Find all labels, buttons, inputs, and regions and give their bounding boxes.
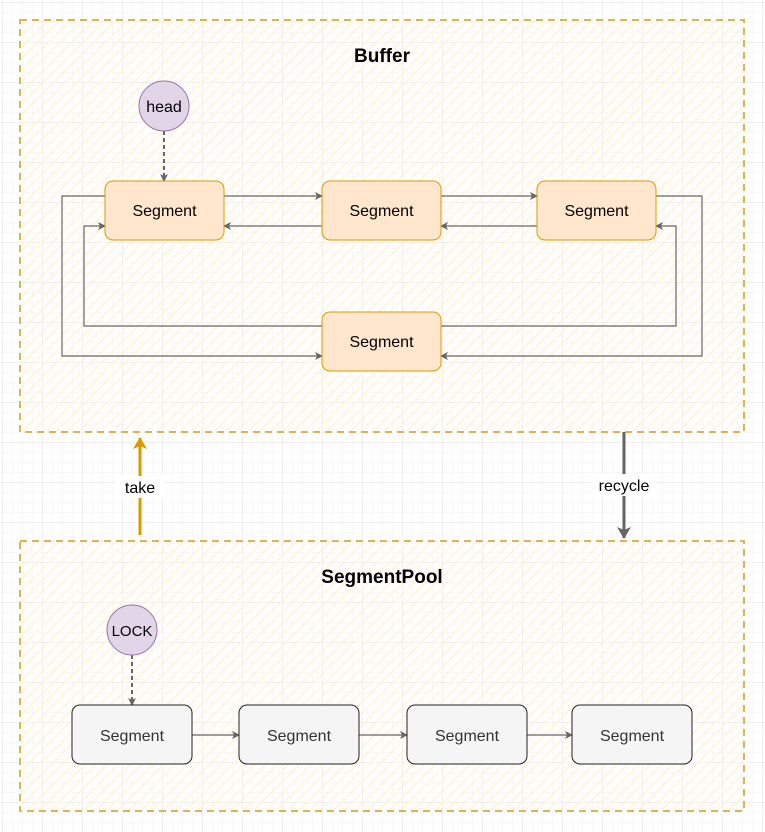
buffer-segment[interactable]: Segment bbox=[321, 311, 442, 372]
take-label: take bbox=[125, 480, 155, 497]
buffer-segment[interactable]: Segment bbox=[536, 180, 657, 241]
segment-label: Segment bbox=[435, 728, 500, 745]
head-label: head bbox=[146, 99, 182, 116]
lock-pointer[interactable]: LOCK bbox=[106, 604, 158, 656]
pool-segment[interactable]: Segment bbox=[71, 704, 193, 765]
buffer-segment[interactable]: Segment bbox=[321, 180, 442, 241]
segment-label: Segment bbox=[267, 728, 332, 745]
buffer-title: Buffer bbox=[354, 46, 411, 67]
segment-label: Segment bbox=[132, 203, 197, 220]
segment-label: Segment bbox=[349, 203, 414, 220]
segment-label: Segment bbox=[100, 728, 165, 745]
segment-label: Segment bbox=[564, 203, 629, 220]
diagram-canvas: Buffer SegmentPool Segment Segment Segme… bbox=[0, 0, 765, 832]
pool-segment[interactable]: Segment bbox=[406, 704, 528, 765]
head-pointer[interactable]: head bbox=[138, 80, 190, 132]
segment-label: Segment bbox=[349, 334, 414, 351]
lock-label: LOCK bbox=[112, 623, 153, 640]
segment-label: Segment bbox=[600, 728, 665, 745]
segment-pool-container[interactable]: SegmentPool bbox=[19, 540, 745, 812]
buffer-segment[interactable]: Segment bbox=[104, 180, 225, 241]
pool-segment[interactable]: Segment bbox=[571, 704, 693, 765]
recycle-label: recycle bbox=[599, 478, 650, 495]
pool-segment[interactable]: Segment bbox=[238, 704, 360, 765]
segment-pool-title: SegmentPool bbox=[321, 567, 442, 588]
